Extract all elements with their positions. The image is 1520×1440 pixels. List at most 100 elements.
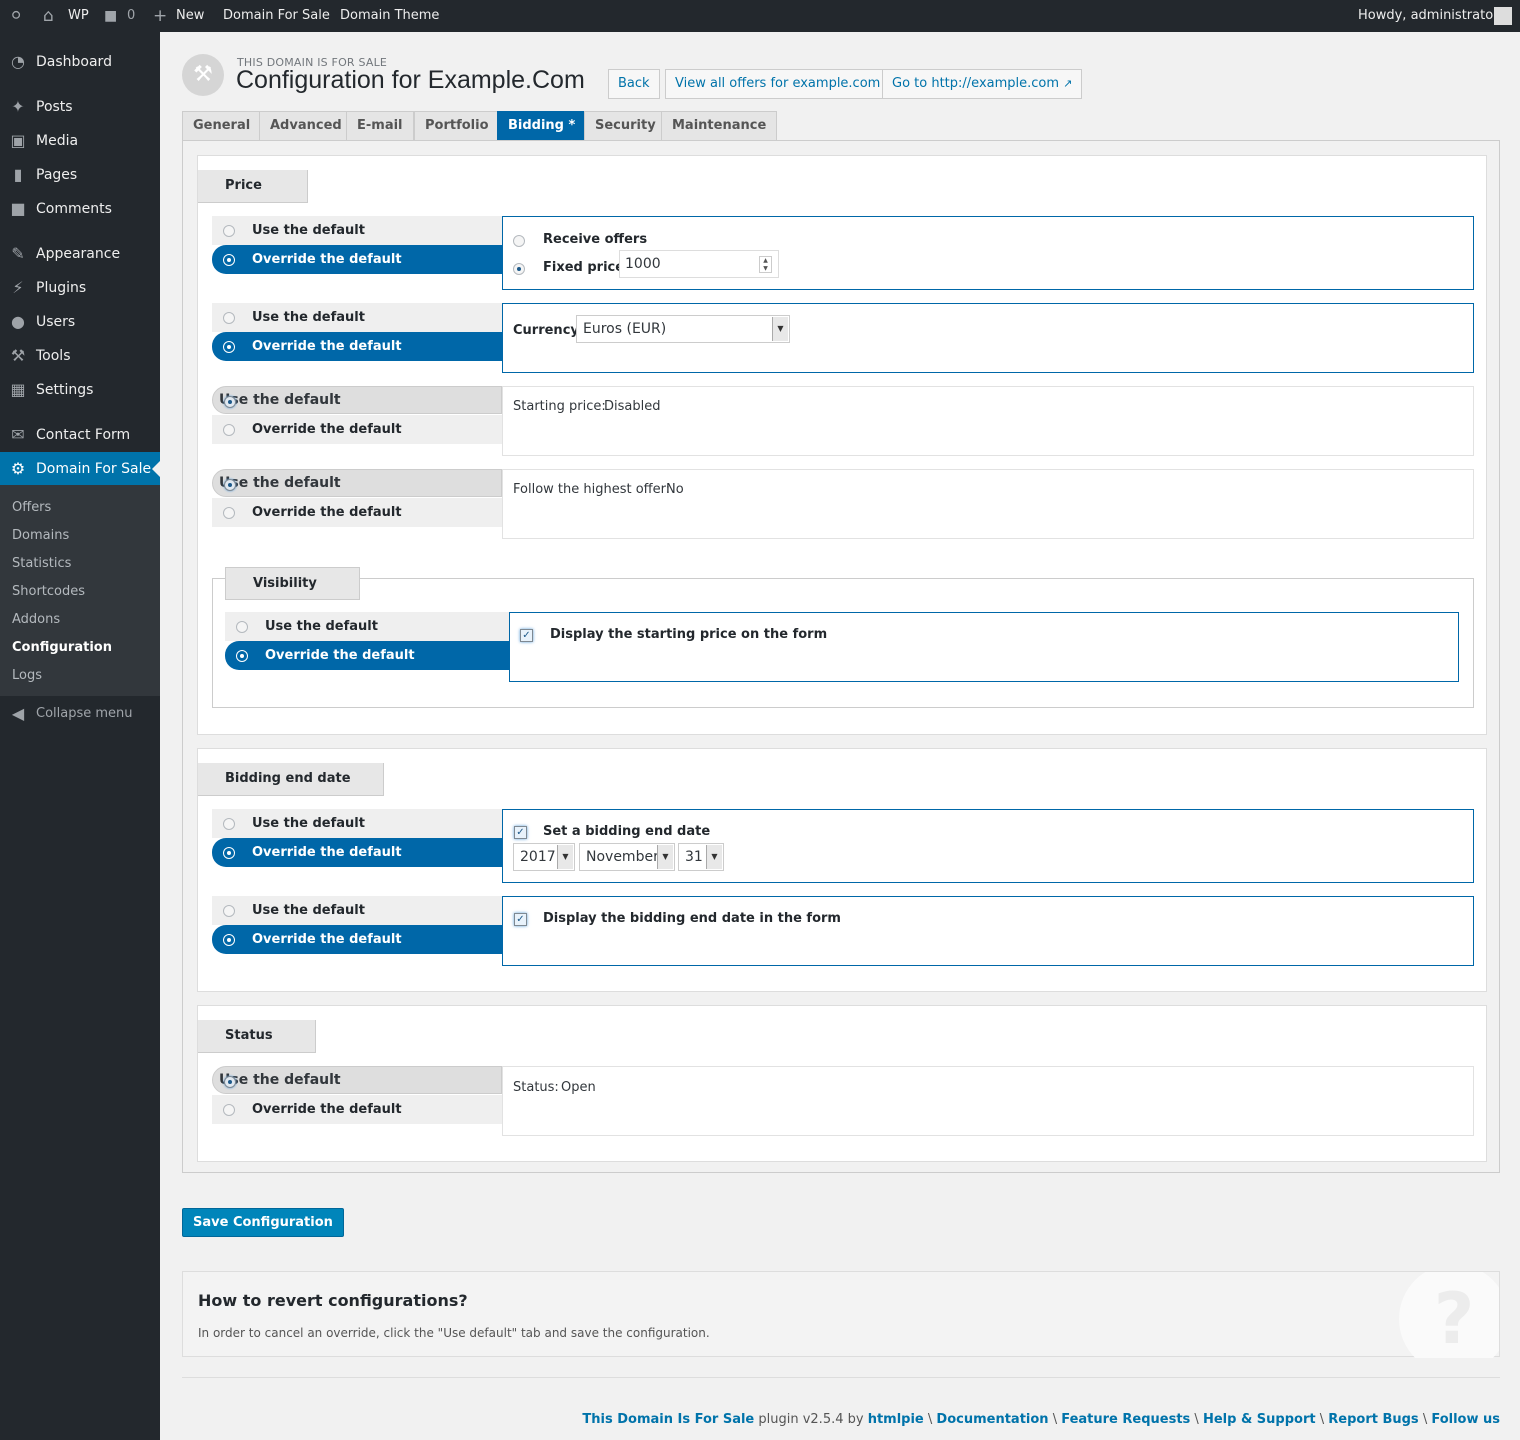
plus-icon[interactable]: + bbox=[153, 0, 167, 32]
divider bbox=[182, 1377, 1500, 1378]
radio bbox=[223, 905, 235, 917]
wordpress-logo-icon[interactable]: ⚪ bbox=[9, 0, 23, 32]
menu-domain-for-sale[interactable]: ⚙ Domain For Sale bbox=[0, 452, 160, 486]
follow-us-link[interactable]: Follow us bbox=[1431, 1412, 1500, 1427]
currency-override[interactable]: Override the default bbox=[212, 332, 502, 361]
end-year-select[interactable]: 2017 ▼ bbox=[513, 843, 575, 871]
price-mode-override[interactable]: Override the default bbox=[212, 245, 502, 274]
domain-for-sale-link[interactable]: Domain For Sale bbox=[223, 0, 330, 32]
number-spinner-icon[interactable]: ▲ ▼ bbox=[759, 256, 772, 273]
status-label: Status: bbox=[513, 1080, 559, 1095]
status-panel: Status: Open bbox=[502, 1066, 1474, 1136]
report-bugs-link[interactable]: Report Bugs bbox=[1328, 1412, 1418, 1427]
starting-price-value: Disabled bbox=[604, 399, 661, 414]
display-end-date-panel: ✓ Display the bidding end date in the fo… bbox=[502, 896, 1474, 966]
visibility-panel: ✓ Display the starting price on the form bbox=[509, 612, 1459, 682]
radio bbox=[223, 254, 235, 266]
back-button[interactable]: Back bbox=[608, 69, 660, 99]
submenu-shortcodes[interactable]: Shortcodes bbox=[12, 584, 85, 599]
submenu-logs[interactable]: Logs bbox=[12, 668, 42, 683]
starting-price-override[interactable]: Override the default bbox=[212, 415, 502, 444]
plugin-link[interactable]: This Domain Is For Sale bbox=[582, 1412, 754, 1427]
radio bbox=[236, 650, 248, 662]
currency-select[interactable]: Euros (EUR) ▼ bbox=[576, 315, 790, 343]
dashboard-icon: ◔ bbox=[11, 52, 25, 71]
submenu-addons[interactable]: Addons bbox=[12, 612, 60, 627]
fixed-price-input[interactable]: 1000 ▲ ▼ bbox=[619, 250, 779, 278]
receive-offers-label: Receive offers bbox=[543, 232, 648, 247]
feature-requests-link[interactable]: Feature Requests bbox=[1061, 1412, 1190, 1427]
menu-pages[interactable]: ▮ Pages bbox=[0, 158, 160, 192]
menu-users[interactable]: ● Users bbox=[0, 305, 160, 339]
end-date-use-default[interactable]: Use the default bbox=[212, 809, 502, 838]
follow-offer-label: Follow the highest offer: bbox=[513, 482, 671, 497]
menu-comments[interactable]: ■ Comments bbox=[0, 192, 160, 226]
end-month-select[interactable]: November ▼ bbox=[579, 843, 675, 871]
chevron-down-icon: ▼ bbox=[657, 845, 673, 869]
submenu-configuration[interactable]: Configuration bbox=[12, 640, 112, 655]
submenu-domains[interactable]: Domains bbox=[12, 528, 69, 543]
fixed-price-radio[interactable] bbox=[513, 263, 525, 275]
menu-appearance[interactable]: ✎ Appearance bbox=[0, 237, 160, 271]
wrench-icon: ⚒ bbox=[10, 346, 26, 365]
admin-bar: ⚪ ⌂ WP ■ 0 + New Domain For Sale Domain … bbox=[0, 0, 1520, 32]
documentation-link[interactable]: Documentation bbox=[936, 1412, 1048, 1427]
tab-portfolio[interactable]: Portfolio bbox=[414, 111, 500, 140]
display-end-date-override[interactable]: Override the default bbox=[212, 925, 502, 954]
help-support-link[interactable]: Help & Support bbox=[1203, 1412, 1316, 1427]
display-end-date-checkbox[interactable]: ✓ bbox=[514, 913, 527, 926]
menu-posts[interactable]: ✦ Posts bbox=[0, 90, 160, 124]
home-icon[interactable]: ⌂ bbox=[43, 0, 54, 32]
display-starting-price-checkbox[interactable]: ✓ bbox=[520, 629, 533, 642]
follow-offer-use-default[interactable]: Use the default bbox=[212, 469, 502, 497]
display-end-date-use-default[interactable]: Use the default bbox=[212, 896, 502, 925]
goto-site-button[interactable]: Go to http://example.com ↗ bbox=[882, 69, 1083, 99]
author-link[interactable]: htmlpie bbox=[868, 1412, 924, 1427]
tab-bidding[interactable]: Bidding * bbox=[497, 111, 587, 140]
help-title: How to revert configurations? bbox=[198, 1291, 468, 1310]
tab-security[interactable]: Security bbox=[584, 111, 667, 140]
tab-advanced[interactable]: Advanced bbox=[259, 111, 353, 140]
set-end-date-checkbox[interactable]: ✓ bbox=[514, 826, 527, 839]
currency-use-default[interactable]: Use the default bbox=[212, 303, 502, 332]
status-override[interactable]: Override the default bbox=[212, 1095, 502, 1124]
receive-offers-radio[interactable] bbox=[513, 235, 525, 247]
howdy-text[interactable]: Howdy, administrator bbox=[1358, 0, 1499, 32]
domain-theme-link[interactable]: Domain Theme bbox=[340, 0, 439, 32]
visibility-override[interactable]: Override the default bbox=[225, 641, 509, 670]
tab-email[interactable]: E-mail bbox=[346, 111, 414, 140]
collapse-menu-button[interactable]: ◀ Collapse menu bbox=[0, 697, 160, 731]
menu-dashboard[interactable]: ◔ Dashboard bbox=[0, 45, 160, 79]
submenu-offers[interactable]: Offers bbox=[12, 500, 51, 515]
end-date-override[interactable]: Override the default bbox=[212, 838, 502, 867]
media-icon: ▣ bbox=[10, 131, 26, 150]
menu-media[interactable]: ▣ Media bbox=[0, 124, 160, 158]
comment-icon[interactable]: ■ bbox=[104, 0, 117, 32]
radio bbox=[223, 424, 235, 436]
bidding-settings-panel: Price Use the default Override the defau… bbox=[182, 140, 1500, 1173]
price-mode-use-default[interactable]: Use the default bbox=[212, 216, 502, 245]
site-name-link[interactable]: WP bbox=[68, 0, 89, 32]
mail-icon: ✉ bbox=[11, 425, 25, 444]
save-configuration-button[interactable]: Save Configuration bbox=[182, 1208, 344, 1237]
menu-settings[interactable]: ▦ Settings bbox=[0, 373, 160, 407]
avatar[interactable] bbox=[1494, 7, 1512, 25]
view-offers-button[interactable]: View all offers for example.com bbox=[665, 69, 891, 99]
tab-maintenance[interactable]: Maintenance bbox=[661, 111, 778, 140]
comment-count[interactable]: 0 bbox=[127, 0, 135, 32]
menu-tools[interactable]: ⚒ Tools bbox=[0, 339, 160, 373]
radio bbox=[223, 818, 235, 830]
starting-price-use-default[interactable]: Use the default bbox=[212, 386, 502, 414]
menu-plugins[interactable]: ⚡ Plugins bbox=[0, 271, 160, 305]
settings-icon: ▦ bbox=[10, 380, 26, 399]
end-day-select[interactable]: 31 ▼ bbox=[678, 843, 724, 871]
visibility-use-default[interactable]: Use the default bbox=[225, 612, 509, 641]
submenu-statistics[interactable]: Statistics bbox=[12, 556, 71, 571]
end-date-panel: ✓ Set a bidding end date 2017 ▼ November ▼… bbox=[502, 809, 1474, 883]
follow-offer-override[interactable]: Override the default bbox=[212, 498, 502, 527]
status-use-default[interactable]: Use the default bbox=[212, 1066, 502, 1094]
new-link[interactable]: New bbox=[176, 0, 204, 32]
tab-general[interactable]: General bbox=[182, 111, 262, 140]
radio bbox=[223, 507, 235, 519]
menu-contact-form[interactable]: ✉ Contact Form bbox=[0, 418, 160, 452]
